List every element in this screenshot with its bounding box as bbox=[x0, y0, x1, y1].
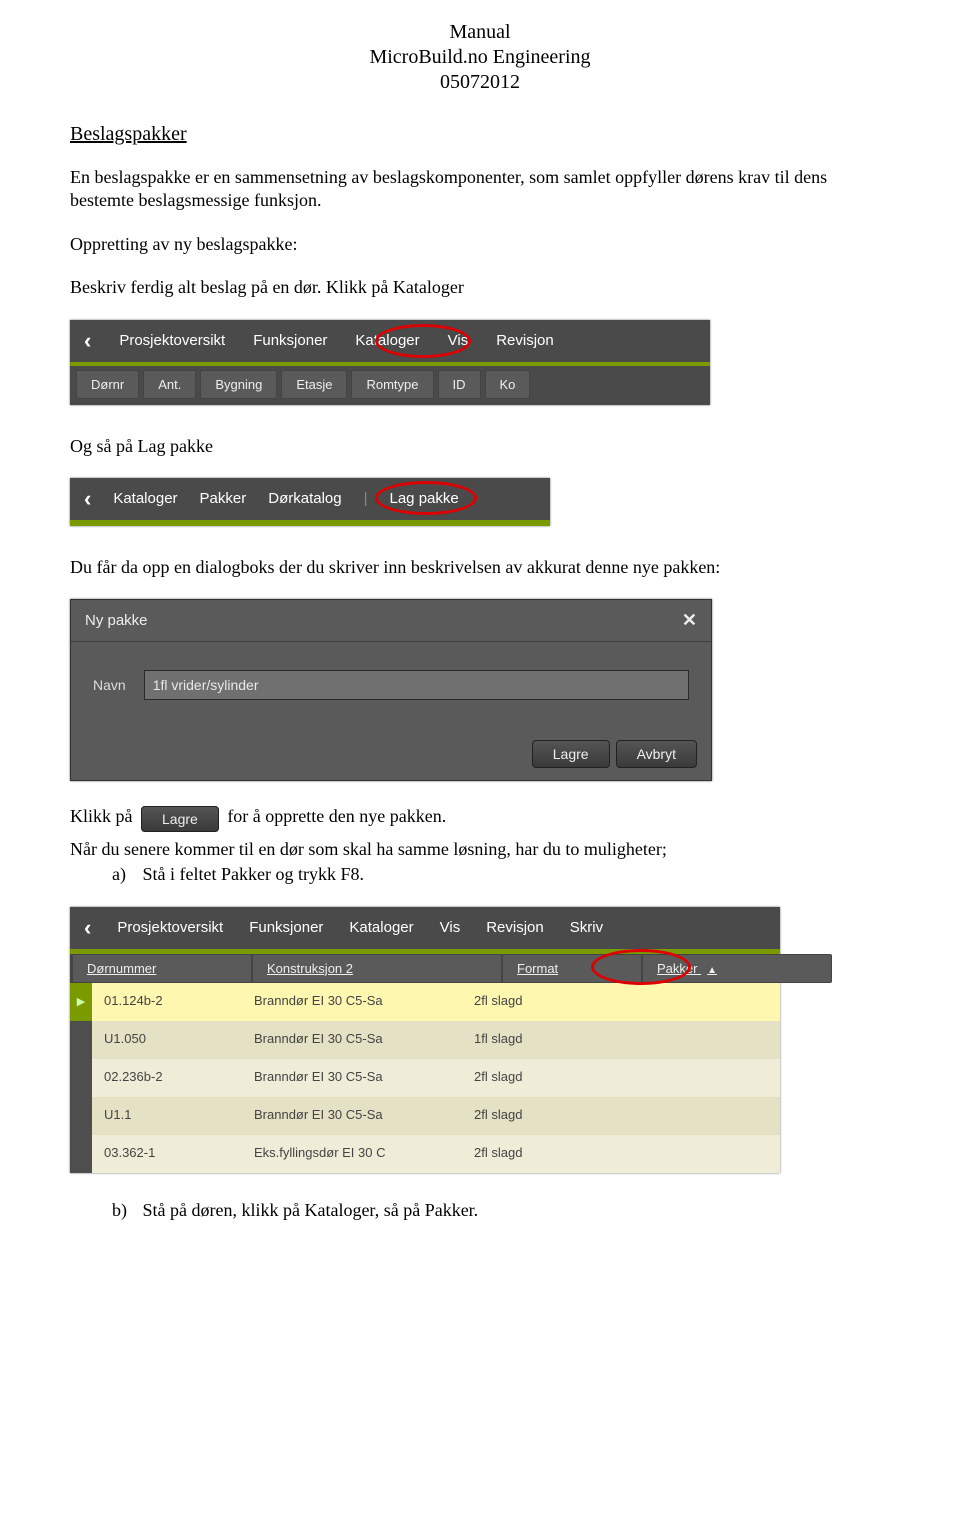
col-dornr[interactable]: Dørnr bbox=[76, 370, 139, 399]
lag-pakke-paragraph: Og så på Lag pakke bbox=[70, 435, 890, 458]
dialog-title: Ny pakke bbox=[85, 612, 148, 629]
col-romtype[interactable]: Romtype bbox=[351, 370, 433, 399]
annotation-circle-icon bbox=[375, 324, 471, 358]
menu-funksjoner[interactable]: Funksjoner bbox=[253, 332, 327, 349]
senere-paragraph: Når du senere kommer til en dør som skal… bbox=[70, 838, 890, 861]
lagre-button-inline[interactable]: Lagre bbox=[141, 806, 219, 832]
col-ant[interactable]: Ant. bbox=[143, 370, 196, 399]
screenshot-toolbar-lagpakke: ‹ Kataloger Pakker Dørkatalog | Lag pakk… bbox=[70, 478, 550, 526]
chevron-left-icon[interactable]: ‹ bbox=[84, 328, 91, 354]
screenshot-toolbar-kataloger: ‹ Prosjektoversikt Funksjoner Kataloger … bbox=[70, 320, 710, 405]
cell-c2: 2fl slagd bbox=[462, 1097, 572, 1135]
section-title: Beslagspakker bbox=[70, 123, 890, 146]
close-icon[interactable]: ✕ bbox=[682, 610, 697, 631]
header-line3: 05072012 bbox=[70, 70, 890, 95]
col-bygning[interactable]: Bygning bbox=[200, 370, 277, 399]
menu-kataloger[interactable]: Kataloger bbox=[349, 919, 413, 936]
menu-prosjektoversikt[interactable]: Prosjektoversikt bbox=[119, 332, 225, 349]
navn-label: Navn bbox=[93, 677, 126, 693]
row-gutter bbox=[70, 1021, 92, 1059]
green-separator bbox=[70, 520, 550, 526]
col-dornummer[interactable]: Dørnummer bbox=[72, 954, 252, 983]
row-gutter bbox=[70, 1097, 92, 1135]
cell-c3 bbox=[572, 1059, 732, 1097]
beskriv-paragraph: Beskriv ferdig alt beslag på en dør. Kli… bbox=[70, 276, 890, 299]
menu-funksjoner[interactable]: Funksjoner bbox=[249, 919, 323, 936]
klikk-prefix: Klikk på bbox=[70, 806, 133, 826]
list-letter-a: a) bbox=[112, 863, 138, 886]
cell-c2: 2fl slagd bbox=[462, 983, 572, 1021]
col-konstruksjon2[interactable]: Konstruksjon 2 bbox=[252, 954, 502, 983]
menu-divider: | bbox=[364, 490, 368, 507]
cell-c1: Branndør EI 30 C5-Sa bbox=[242, 1021, 462, 1059]
table-row[interactable]: 02.236b-2Branndør EI 30 C5-Sa2fl slagd bbox=[70, 1059, 780, 1097]
dialog-intro-paragraph: Du får da opp en dialogboks der du skriv… bbox=[70, 556, 890, 579]
annotation-circle-icon bbox=[375, 481, 477, 515]
screenshot-pakker-table: ‹ Prosjektoversikt Funksjoner Kataloger … bbox=[70, 907, 780, 1173]
cell-c3 bbox=[572, 1021, 732, 1059]
cell-c2: 2fl slagd bbox=[462, 1135, 572, 1173]
cell-c0: 02.236b-2 bbox=[92, 1059, 242, 1097]
cell-c2: 2fl slagd bbox=[462, 1059, 572, 1097]
avbryt-button[interactable]: Avbryt bbox=[616, 740, 697, 768]
col-id[interactable]: ID bbox=[438, 370, 481, 399]
intro-paragraph: En beslagspakke er en sammensetning av b… bbox=[70, 166, 890, 213]
lagre-button[interactable]: Lagre bbox=[532, 740, 610, 768]
header-line2: MicroBuild.no Engineering bbox=[70, 45, 890, 70]
menu-revisjon[interactable]: Revisjon bbox=[496, 332, 554, 349]
cell-c1: Eks.fyllingsdør EI 30 C bbox=[242, 1135, 462, 1173]
table-row[interactable]: ▶ 01.124b-2Branndør EI 30 C5-Sa2fl slagd bbox=[70, 983, 780, 1021]
header-line1: Manual bbox=[70, 20, 890, 45]
doc-header: Manual MicroBuild.no Engineering 0507201… bbox=[70, 20, 890, 95]
cell-c0: U1.1 bbox=[92, 1097, 242, 1135]
cell-c0: 03.362-1 bbox=[92, 1135, 242, 1173]
cell-c3 bbox=[572, 1097, 732, 1135]
col-etasje[interactable]: Etasje bbox=[281, 370, 347, 399]
row-gutter bbox=[70, 1135, 92, 1173]
option-a-text: Stå i feltet Pakker og trykk F8. bbox=[143, 864, 364, 884]
cell-c3 bbox=[572, 1135, 732, 1173]
option-b-text: Stå på døren, klikk på Kataloger, så på … bbox=[143, 1200, 479, 1220]
menu-kataloger[interactable]: Kataloger bbox=[113, 490, 177, 507]
cell-c0: U1.050 bbox=[92, 1021, 242, 1059]
cell-c3 bbox=[572, 983, 732, 1021]
screenshot-ny-pakke-dialog: Ny pakke ✕ Navn Lagre Avbryt bbox=[70, 599, 712, 781]
menu-dorkatalog[interactable]: Dørkatalog bbox=[268, 490, 341, 507]
navn-input[interactable] bbox=[144, 670, 689, 700]
menu-pakker[interactable]: Pakker bbox=[200, 490, 247, 507]
klikk-suffix: for å opprette den nye pakken. bbox=[227, 806, 446, 826]
table-row[interactable]: 03.362-1Eks.fyllingsdør EI 30 C2fl slagd bbox=[70, 1135, 780, 1173]
chevron-left-icon[interactable]: ‹ bbox=[84, 915, 91, 941]
cell-c0: 01.124b-2 bbox=[92, 983, 242, 1021]
row-gutter: ▶ bbox=[70, 983, 92, 1021]
menu-skriv[interactable]: Skriv bbox=[570, 919, 603, 936]
sort-asc-icon: ▲ bbox=[707, 965, 717, 976]
menu-revisjon[interactable]: Revisjon bbox=[486, 919, 544, 936]
inline-lagre-button[interactable]: Lagre bbox=[141, 807, 219, 830]
cell-c1: Branndør EI 30 C5-Sa bbox=[242, 983, 462, 1021]
cell-c2: 1fl slagd bbox=[462, 1021, 572, 1059]
option-a: a) Stå i feltet Pakker og trykk F8. bbox=[70, 863, 890, 886]
col-ko[interactable]: Ko bbox=[485, 370, 531, 399]
menu-prosjektoversikt[interactable]: Prosjektoversikt bbox=[117, 919, 223, 936]
list-letter-b: b) bbox=[112, 1199, 138, 1222]
cell-c1: Branndør EI 30 C5-Sa bbox=[242, 1097, 462, 1135]
annotation-circle-icon bbox=[591, 949, 691, 985]
oppretting-paragraph: Oppretting av ny beslagspakke: bbox=[70, 233, 890, 256]
cell-c1: Branndør EI 30 C5-Sa bbox=[242, 1059, 462, 1097]
menu-vis[interactable]: Vis bbox=[440, 919, 461, 936]
option-b: b) Stå på døren, klikk på Kataloger, så … bbox=[70, 1199, 890, 1222]
table-row[interactable]: U1.1Branndør EI 30 C5-Sa2fl slagd bbox=[70, 1097, 780, 1135]
table-row[interactable]: U1.050Branndør EI 30 C5-Sa1fl slagd bbox=[70, 1021, 780, 1059]
chevron-left-icon[interactable]: ‹ bbox=[84, 486, 91, 512]
klikk-lagre-line: Klikk på Lagre for å opprette den nye pa… bbox=[70, 805, 890, 830]
play-icon: ▶ bbox=[77, 995, 85, 1008]
row-gutter bbox=[70, 1059, 92, 1097]
